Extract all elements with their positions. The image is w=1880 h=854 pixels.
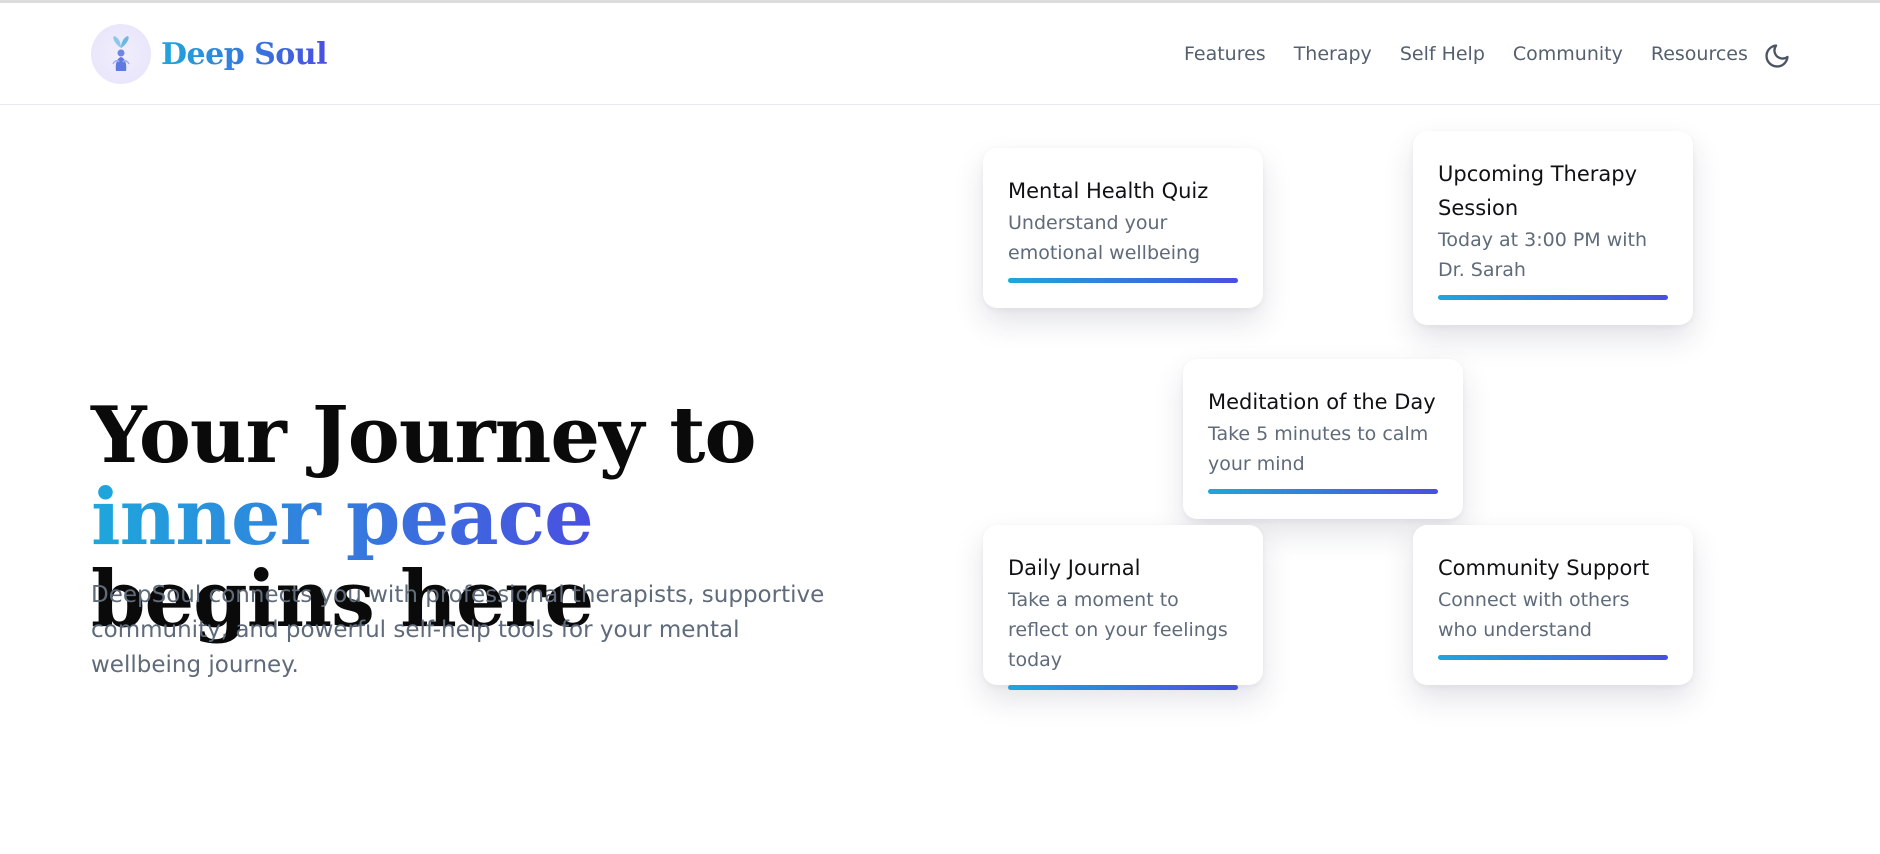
card-accent-bar <box>1008 278 1238 283</box>
card-meditation-of-the-day[interactable]: Meditation of the Day Take 5 minutes to … <box>1183 359 1463 519</box>
card-text: Take 5 minutes to calm your mind <box>1208 423 1429 475</box>
card-accent-bar <box>1208 489 1438 494</box>
hero-title-part1: Your Journey to <box>91 390 756 481</box>
brand-link[interactable]: Deep Soul <box>91 24 328 84</box>
logo-icon <box>91 24 151 84</box>
card-title: Upcoming Therapy Session <box>1438 162 1638 220</box>
card-accent-bar <box>1438 655 1668 660</box>
navbar: Deep Soul Features Therapy Self Help Com… <box>0 3 1880 105</box>
card-upcoming-therapy-session[interactable]: Upcoming Therapy Session Today at 3:00 P… <box>1413 131 1693 325</box>
hero-subtitle: DeepSoul connects you with professional … <box>91 582 825 678</box>
card-text: Connect with others who understand <box>1438 589 1630 641</box>
card-daily-journal[interactable]: Daily Journal Take a moment to reflect o… <box>983 525 1263 690</box>
main-nav: Features Therapy Self Help Community Res… <box>1184 43 1776 65</box>
theme-toggle-button[interactable] <box>1762 41 1792 71</box>
card-text: Understand your emotional wellbeing <box>1008 212 1201 264</box>
card-title: Mental Health Quiz <box>1008 179 1209 203</box>
card-accent-bar <box>1008 685 1238 690</box>
card-mental-health-quiz[interactable]: Mental Health Quiz Understand your emoti… <box>983 148 1263 308</box>
nav-link-therapy[interactable]: Therapy <box>1294 43 1372 65</box>
card-text: Today at 3:00 PM with Dr. Sarah <box>1438 229 1648 281</box>
brand-name: Deep Soul <box>161 36 328 72</box>
card-accent-bar <box>1438 295 1668 300</box>
nav-link-resources[interactable]: Resources <box>1651 43 1748 65</box>
card-text: Take a moment to reflect on your feeling… <box>1008 589 1228 671</box>
moon-icon <box>1765 44 1789 68</box>
nav-link-self-help[interactable]: Self Help <box>1400 43 1485 65</box>
card-title: Community Support <box>1438 556 1650 580</box>
nav-link-community[interactable]: Community <box>1513 43 1623 65</box>
card-community-support[interactable]: Community Support Connect with others wh… <box>1413 525 1693 685</box>
nav-link-features[interactable]: Features <box>1184 43 1266 65</box>
card-title: Meditation of the Day <box>1208 390 1436 414</box>
hero-title-highlight: inner peace <box>91 472 594 563</box>
card-title: Daily Journal <box>1008 556 1141 580</box>
